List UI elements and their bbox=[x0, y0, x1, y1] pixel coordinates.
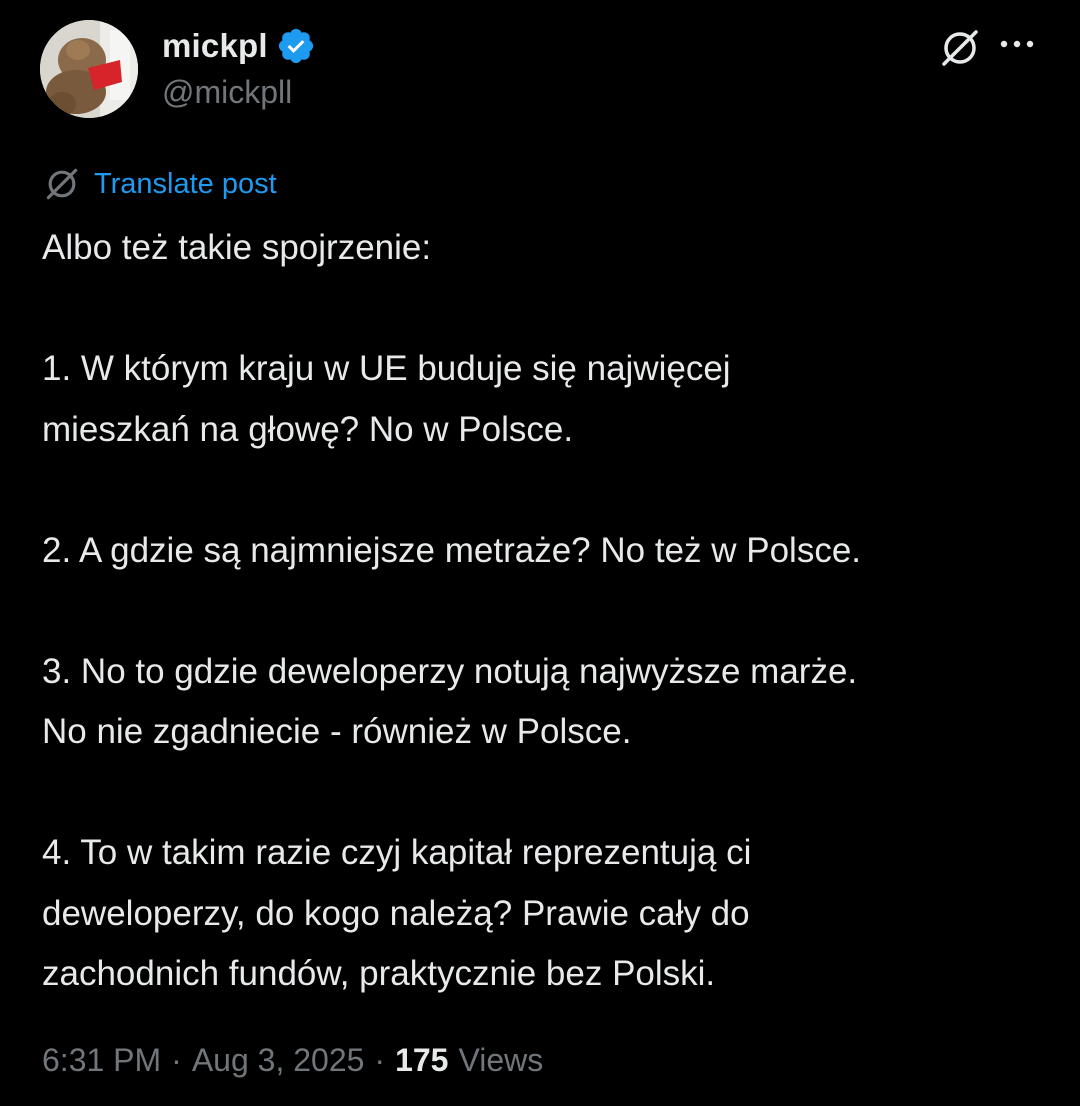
grok-button[interactable] bbox=[932, 22, 988, 78]
post-line-blank bbox=[42, 581, 1052, 642]
post-text: Albo też takie spojrzenie: 1. W którym k… bbox=[42, 218, 1052, 1005]
display-name-row: mickpl bbox=[162, 26, 316, 66]
verified-badge-icon[interactable] bbox=[276, 26, 316, 66]
post-line: 4. To w takim razie czyj kapitał repreze… bbox=[42, 833, 752, 872]
post-line: 1. W którym kraju w UE buduje się najwię… bbox=[42, 349, 731, 388]
grok-icon bbox=[938, 26, 982, 75]
tweet: mickpl @mickpll Translate post Albo też … bbox=[0, 0, 1080, 1106]
post-line: Albo też takie spojrzenie: bbox=[42, 228, 432, 267]
translate-post-link[interactable]: Translate post bbox=[94, 168, 277, 201]
post-line-blank bbox=[42, 279, 1052, 340]
author-names: mickpl @mickpll bbox=[162, 26, 316, 111]
translate-post-row[interactable]: Translate post bbox=[42, 163, 277, 205]
post-line: No nie zgadniecie - również w Polsce. bbox=[42, 712, 632, 751]
more-horizontal-icon bbox=[999, 36, 1035, 54]
post-time[interactable]: 6:31 PM bbox=[42, 1042, 161, 1079]
more-button[interactable] bbox=[994, 22, 1040, 68]
post-meta: 6:31 PM · Aug 3, 2025 · 175 Views bbox=[42, 1042, 543, 1079]
tweet-header: mickpl @mickpll bbox=[40, 20, 1040, 130]
views-count[interactable]: 175 bbox=[395, 1042, 448, 1079]
post-line: 2. A gdzie są najmniejsze metraże? No te… bbox=[42, 530, 862, 570]
post-line: zachodnich fundów, praktycznie bez Polsk… bbox=[42, 954, 716, 993]
post-date[interactable]: Aug 3, 2025 bbox=[192, 1042, 365, 1079]
meta-separator: · bbox=[374, 1042, 386, 1078]
meta-separator: · bbox=[171, 1042, 182, 1078]
avatar[interactable] bbox=[40, 20, 138, 118]
post-line-blank bbox=[42, 763, 1052, 824]
author-handle[interactable]: @mickpll bbox=[162, 74, 316, 111]
post-line: deweloperzy, do kogo należą? Prawie cały… bbox=[42, 893, 750, 933]
display-name[interactable]: mickpl bbox=[162, 27, 268, 65]
grok-icon bbox=[42, 164, 82, 204]
post-line: 3. No to gdzie deweloperzy notują najwyż… bbox=[42, 651, 858, 691]
post-line-blank bbox=[42, 460, 1052, 521]
views-label[interactable]: Views bbox=[458, 1042, 543, 1079]
post-line: mieszkań na głowę? No w Polsce. bbox=[42, 409, 574, 449]
